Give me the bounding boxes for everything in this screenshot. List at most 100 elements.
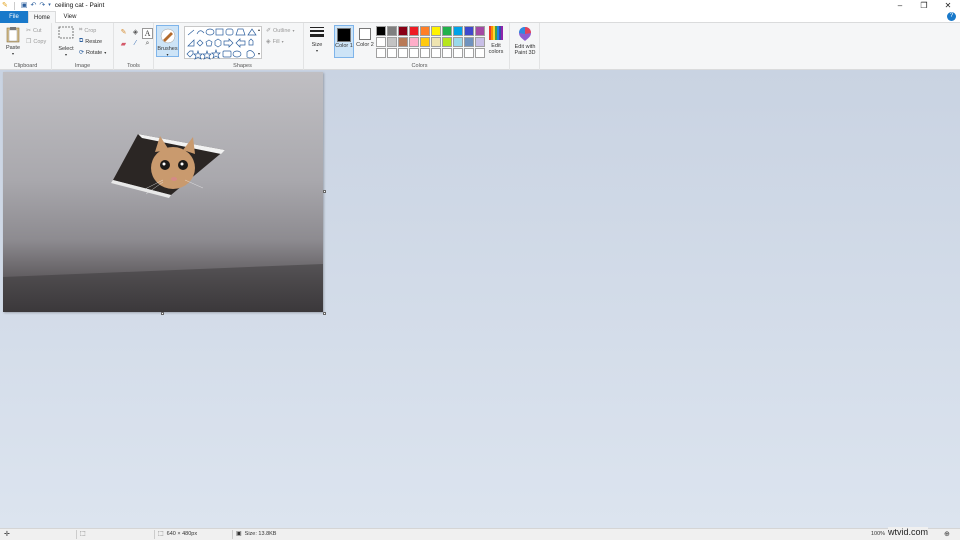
palette-swatch[interactable] bbox=[398, 37, 408, 47]
pencil-icon[interactable]: ✎ bbox=[118, 28, 129, 39]
cursor-position: ✛ bbox=[4, 529, 10, 540]
shapes-group-label: Shapes bbox=[233, 63, 252, 69]
paint3d-icon bbox=[519, 27, 531, 41]
watermark: wtvid.com bbox=[888, 527, 929, 538]
palette-swatch[interactable] bbox=[409, 37, 419, 47]
save-icon[interactable]: ▣ bbox=[21, 0, 28, 11]
redo-icon[interactable]: ↷ bbox=[39, 0, 45, 11]
palette-swatch[interactable] bbox=[420, 26, 430, 36]
paste-button[interactable]: Paste ▾ bbox=[3, 26, 23, 56]
edit-with-paint3d-button[interactable]: Edit with Paint 3D bbox=[512, 26, 538, 56]
window-title: ceiling cat - Paint bbox=[54, 2, 105, 9]
chevron-down-icon[interactable]: ▾ bbox=[56, 52, 76, 57]
resize-handle-right[interactable] bbox=[323, 190, 326, 193]
crop-button[interactable]: ⌗ Crop bbox=[79, 27, 96, 34]
palette-swatch[interactable] bbox=[431, 37, 441, 47]
close-icon[interactable]: ✕ bbox=[936, 0, 960, 11]
colors-group-label: Colors bbox=[411, 63, 428, 69]
dimensions-icon: ⬚ bbox=[158, 531, 164, 537]
palette-swatch[interactable] bbox=[409, 48, 419, 58]
palette-swatch[interactable] bbox=[387, 48, 397, 58]
color1-button[interactable]: Color 1 bbox=[334, 25, 354, 58]
fill-button[interactable]: ◈ Fill ▾ bbox=[266, 38, 284, 46]
cut-button[interactable]: ✂ Cut bbox=[26, 27, 42, 35]
rotate-label: Rotate bbox=[86, 49, 103, 56]
brushes-group: Brushes ▾ bbox=[154, 23, 182, 70]
resize-handle-corner[interactable] bbox=[323, 312, 326, 315]
palette-swatch[interactable] bbox=[387, 37, 397, 47]
palette-swatch[interactable] bbox=[442, 37, 452, 47]
chevron-down-icon: ▾ bbox=[166, 52, 169, 57]
select-button[interactable]: Select ▾ bbox=[56, 26, 76, 57]
chevron-down-icon[interactable]: ▾ bbox=[258, 51, 260, 56]
palette-swatch[interactable] bbox=[475, 37, 485, 47]
color2-button[interactable]: Color 2 bbox=[356, 25, 374, 58]
dimensions-text: 640 × 480px bbox=[166, 531, 198, 537]
zoom-in-icon[interactable]: ⊕ bbox=[944, 529, 950, 540]
size-button[interactable]: Size ▾ bbox=[307, 26, 327, 53]
palette-swatch[interactable] bbox=[398, 48, 408, 58]
shapes-gallery[interactable] bbox=[184, 26, 262, 60]
palette-swatch[interactable] bbox=[376, 37, 386, 47]
rotate-button[interactable]: ⟳ Rotate ▾ bbox=[79, 49, 106, 57]
edit-colors-button[interactable]: Edit colors bbox=[485, 26, 507, 55]
palette-swatch[interactable] bbox=[453, 26, 463, 36]
outline-button[interactable]: ✐ Outline ▾ bbox=[266, 27, 295, 35]
fill-bucket-icon[interactable]: ◈ bbox=[130, 28, 141, 39]
clipboard-group-label: Clipboard bbox=[13, 63, 38, 69]
brush-icon bbox=[160, 28, 175, 44]
copy-button[interactable]: ❐ Copy bbox=[26, 38, 47, 46]
palette-swatch[interactable] bbox=[464, 26, 474, 36]
chevron-down-icon[interactable]: ▾ bbox=[3, 51, 23, 56]
palette-swatch[interactable] bbox=[453, 48, 463, 58]
palette-swatch[interactable] bbox=[464, 48, 474, 58]
palette-swatch[interactable] bbox=[387, 26, 397, 36]
help-icon[interactable]: ? bbox=[947, 12, 956, 21]
scissors-icon: ✂ bbox=[26, 28, 32, 34]
chevron-up-icon[interactable]: ▴ bbox=[258, 27, 260, 32]
palette-swatch[interactable] bbox=[431, 48, 441, 58]
resize-button[interactable]: ⧉ Resize bbox=[79, 38, 102, 45]
minimize-icon[interactable]: – bbox=[888, 0, 912, 11]
text-tool-icon[interactable]: A bbox=[142, 28, 153, 39]
palette-swatch[interactable] bbox=[464, 37, 474, 47]
palette-swatch[interactable] bbox=[409, 26, 419, 36]
color1-swatch bbox=[337, 28, 351, 42]
palette-swatch[interactable] bbox=[475, 26, 485, 36]
undo-icon[interactable]: ↶ bbox=[31, 0, 37, 11]
palette-swatch[interactable] bbox=[431, 26, 441, 36]
palette-swatch[interactable] bbox=[376, 48, 386, 58]
tab-view[interactable]: View bbox=[58, 11, 82, 23]
shapes-gallery-icons bbox=[186, 28, 257, 60]
copy-label: Copy bbox=[33, 38, 47, 45]
image-canvas[interactable] bbox=[3, 72, 326, 315]
paint3d-label: Edit with Paint 3D bbox=[514, 44, 536, 56]
image-dimensions: ⬚ 640 × 480px bbox=[158, 529, 197, 540]
image-group-label: Image bbox=[74, 63, 91, 69]
restore-icon[interactable]: ❐ bbox=[912, 0, 936, 11]
palette-swatch[interactable] bbox=[398, 26, 408, 36]
select-icon bbox=[58, 26, 74, 39]
chevron-down-icon: ▾ bbox=[292, 28, 295, 33]
palette-swatch[interactable] bbox=[420, 48, 430, 58]
magnifier-icon[interactable]: ⌕ bbox=[142, 40, 153, 51]
brushes-button[interactable]: Brushes ▾ bbox=[156, 25, 179, 57]
palette-swatch[interactable] bbox=[475, 48, 485, 58]
eraser-icon[interactable]: ▰ bbox=[118, 40, 129, 51]
chevron-down-icon[interactable]: ▾ bbox=[104, 50, 106, 55]
palette-swatch[interactable] bbox=[442, 26, 452, 36]
divider bbox=[232, 530, 233, 539]
tab-file[interactable]: File bbox=[0, 11, 28, 23]
palette-swatch[interactable] bbox=[420, 37, 430, 47]
zoom-level: 100% bbox=[871, 531, 886, 537]
palette-swatch[interactable] bbox=[453, 37, 463, 47]
file-size-text: Size: 13.8KB bbox=[244, 531, 277, 537]
palette-swatch[interactable] bbox=[376, 26, 386, 36]
resize-handle-bottom[interactable] bbox=[161, 312, 164, 315]
palette-swatch[interactable] bbox=[442, 48, 452, 58]
crosshair-icon: ✛ bbox=[4, 531, 10, 538]
chevron-down-icon: ▾ bbox=[281, 39, 284, 44]
tab-home[interactable]: Home bbox=[28, 11, 56, 23]
customize-qat-icon[interactable]: ▾ bbox=[48, 0, 51, 11]
color-picker-icon[interactable]: ⁄ bbox=[130, 40, 141, 51]
